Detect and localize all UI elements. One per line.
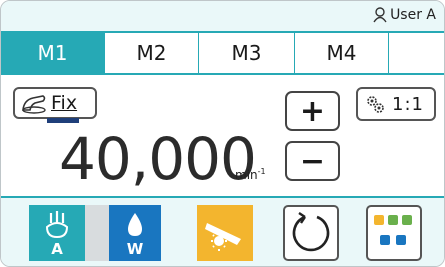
spray-toggle-group: A W <box>29 205 161 261</box>
water-label: W <box>126 240 144 258</box>
multi-settings-button[interactable] <box>366 205 422 261</box>
fix-label: Fix <box>51 92 78 114</box>
settings-grid-icon-1 <box>374 215 384 225</box>
tab-m1[interactable]: M1 <box>1 33 105 73</box>
speed-value: 40,000 <box>59 125 257 193</box>
device-screen: User A M1 M2 M3 M4 Fix 40,000 min-1 + − … <box>0 0 445 267</box>
settings-grid-icon-2 <box>388 215 398 225</box>
tab-m4[interactable]: M4 <box>295 33 389 73</box>
light-button[interactable] <box>197 205 253 261</box>
air-button[interactable]: A <box>29 205 85 261</box>
rotation-button[interactable] <box>283 205 339 261</box>
status-bar: User A <box>1 1 444 33</box>
increase-speed-button[interactable]: + <box>285 91 340 131</box>
water-button[interactable]: W <box>109 205 161 261</box>
user-icon <box>373 7 387 23</box>
water-drop-icon <box>128 213 142 236</box>
tab-m2[interactable]: M2 <box>105 33 199 73</box>
light-icon <box>205 223 241 251</box>
settings-grid-icon-4 <box>380 235 390 245</box>
decrease-speed-button[interactable]: − <box>285 141 340 181</box>
settings-grid-icon-5 <box>396 235 406 245</box>
speed-unit-text: min <box>235 168 258 182</box>
spray-divider <box>85 205 109 261</box>
tab-m3[interactable]: M3 <box>199 33 295 73</box>
fix-indicator-bar <box>47 118 79 123</box>
speed-unit-exponent: -1 <box>257 167 266 176</box>
memory-tabs: M1 M2 M3 M4 <box>1 33 444 75</box>
gear-ratio-button[interactable]: 1:1 <box>356 87 436 121</box>
rotation-icon <box>292 212 330 252</box>
foot-control-icon <box>22 95 46 114</box>
air-icon <box>45 211 69 239</box>
user-indicator[interactable]: User A <box>373 7 436 23</box>
fix-button[interactable]: Fix <box>13 87 97 119</box>
settings-grid-icon-3 <box>402 215 412 225</box>
user-label: User A <box>390 7 436 23</box>
gear-ratio-label: 1:1 <box>392 93 424 115</box>
air-label: A <box>51 240 63 258</box>
gear-icon <box>367 96 384 113</box>
speed-unit: min-1 <box>235 167 266 182</box>
